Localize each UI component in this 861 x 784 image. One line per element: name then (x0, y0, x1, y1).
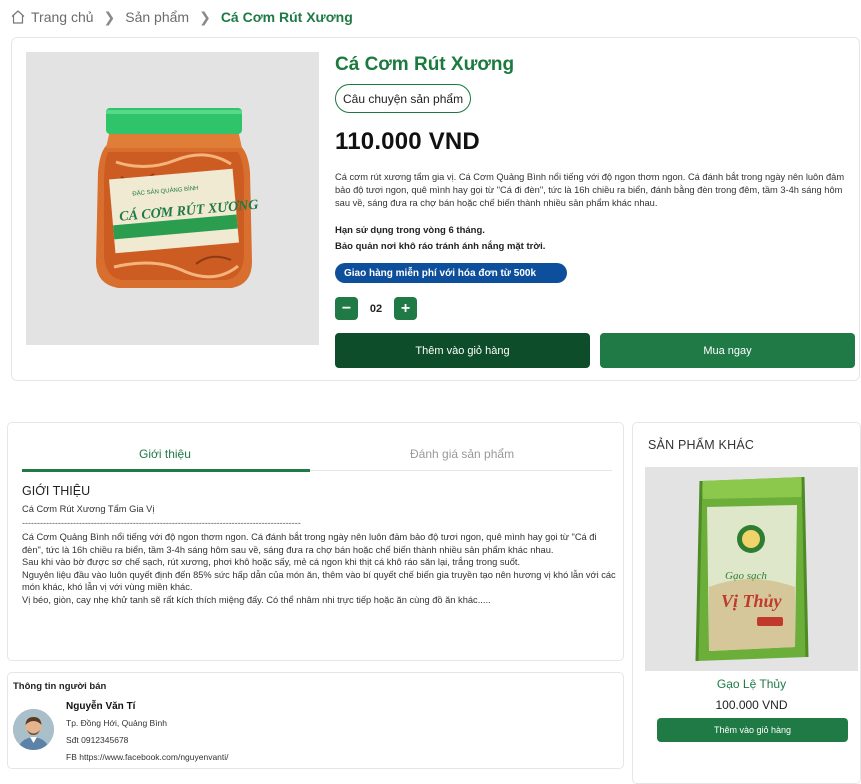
other-products-heading: SẢN PHẨM KHÁC (648, 438, 755, 452)
product-price: 110.000 VND (335, 128, 480, 155)
seller-heading: Thông tin người bán (13, 681, 107, 692)
seller-facebook-link[interactable]: FB https://www.facebook.com/nguyenvanti/ (66, 752, 229, 762)
tab-introduction[interactable]: Giới thiệu (139, 447, 191, 461)
product-image: ĐẶC SẢN QUẢNG BÌNH CÁ CƠM RÚT XƯƠNG (26, 52, 319, 345)
other-product-name[interactable]: Gạo Lệ Thủy (645, 677, 858, 691)
intro-paragraph: Sau khi vào bờ được sơ chế sạch, rút xươ… (22, 557, 521, 568)
seller-avatar-image (13, 709, 54, 750)
other-add-to-cart-button[interactable]: Thêm vào giỏ hàng (657, 718, 848, 742)
free-shipping-badge: Giao hàng miễn phí với hóa đơn từ 500k (335, 263, 567, 283)
intro-body: Cá Cơm Quảng Bình nổi tiếng với độ ngon … (22, 531, 617, 607)
avatar (13, 709, 54, 750)
fish-jar-image: ĐẶC SẢN QUẢNG BÌNH CÁ CƠM RÚT XƯƠNG (26, 52, 319, 345)
intro-paragraph: Nguyên liệu đầu vào luôn quyết định đến … (22, 569, 616, 593)
breadcrumb-home[interactable]: Trang chủ (31, 9, 94, 25)
intro-paragraph: Vị béo, giòn, cay nhẹ khử tanh sẽ rất kí… (22, 594, 491, 605)
intro-divider: ----------------------------------------… (22, 518, 301, 528)
home-icon[interactable] (10, 9, 26, 25)
intro-subtitle: Cá Cơm Rút Xương Tẩm Gia Vị (22, 504, 155, 514)
seller-phone: Sđt 0912345678 (66, 735, 129, 745)
product-card: ĐẶC SẢN QUẢNG BÌNH CÁ CƠM RÚT XƯƠNG Cá C… (11, 37, 860, 381)
rice-bag-picture: Gạo sạch Vị Thủy (645, 467, 858, 671)
seller-info-panel: Thông tin người bán Nguyễn Văn Tí Tp. Đồ… (7, 672, 624, 769)
quantity-value[interactable]: 02 (358, 303, 394, 315)
intro-heading: GIỚI THIỆU (22, 484, 91, 498)
product-storage-info: Hạn sử dụng trong vòng 6 tháng. Bảo quản… (335, 223, 545, 255)
tab-reviews[interactable]: Đánh giá sản phẩm (410, 447, 514, 461)
intro-paragraph: Cá Cơm Quảng Bình nổi tiếng với độ ngon … (22, 532, 597, 555)
svg-text:Vị Thủy: Vị Thủy (721, 591, 783, 611)
minus-icon[interactable]: − (335, 297, 358, 320)
breadcrumb-current: Cá Cơm Rút Xương (220, 9, 353, 25)
other-products-panel: SẢN PHẨM KHÁC Gạo sạch Vị Thủy Gạo Lệ Th… (632, 422, 861, 784)
active-tab-indicator (22, 469, 310, 472)
breadcrumb-category[interactable]: Sản phẩm (125, 9, 189, 25)
chevron-right-icon: ❯ (103, 8, 116, 25)
svg-text:Gạo sạch: Gạo sạch (725, 570, 767, 582)
product-title: Cá Cơm Rút Xương (335, 54, 515, 75)
seller-address: Tp. Đồng Hới, Quảng Bình (66, 718, 168, 728)
quantity-stepper: − 02 + (335, 297, 417, 320)
product-tabs-panel: Giới thiệu Đánh giá sản phẩm GIỚI THIỆU … (7, 422, 624, 661)
product-description: Cá cơm rút xương tẩm gia vị. Cá Cơm Quản… (335, 172, 845, 208)
chevron-right-icon: ❯ (199, 8, 211, 25)
buy-now-button[interactable]: Mua ngay (600, 333, 855, 368)
plus-icon[interactable]: + (394, 297, 417, 320)
shelf-life-text: Hạn sử dụng trong vòng 6 tháng. (335, 225, 485, 236)
rice-bag-image[interactable]: Gạo sạch Vị Thủy (645, 467, 858, 671)
product-card-small[interactable]: Gạo sạch Vị Thủy Gạo Lệ Thủy 100.000 VND… (645, 467, 858, 752)
seller-name: Nguyễn Văn Tí (66, 701, 136, 712)
storage-text: Bảo quản nơi khô ráo tránh ánh nắng mặt … (335, 241, 546, 252)
other-product-price: 100.000 VND (715, 698, 788, 712)
product-story-button[interactable]: Câu chuyện sản phẩm (335, 84, 472, 113)
add-to-cart-button[interactable]: Thêm vào giỏ hàng (335, 333, 590, 368)
tab-divider (310, 470, 612, 471)
breadcrumb: Trang chủ ❯ Sản phẩm ❯ Cá Cơm Rút Xương (10, 6, 353, 28)
